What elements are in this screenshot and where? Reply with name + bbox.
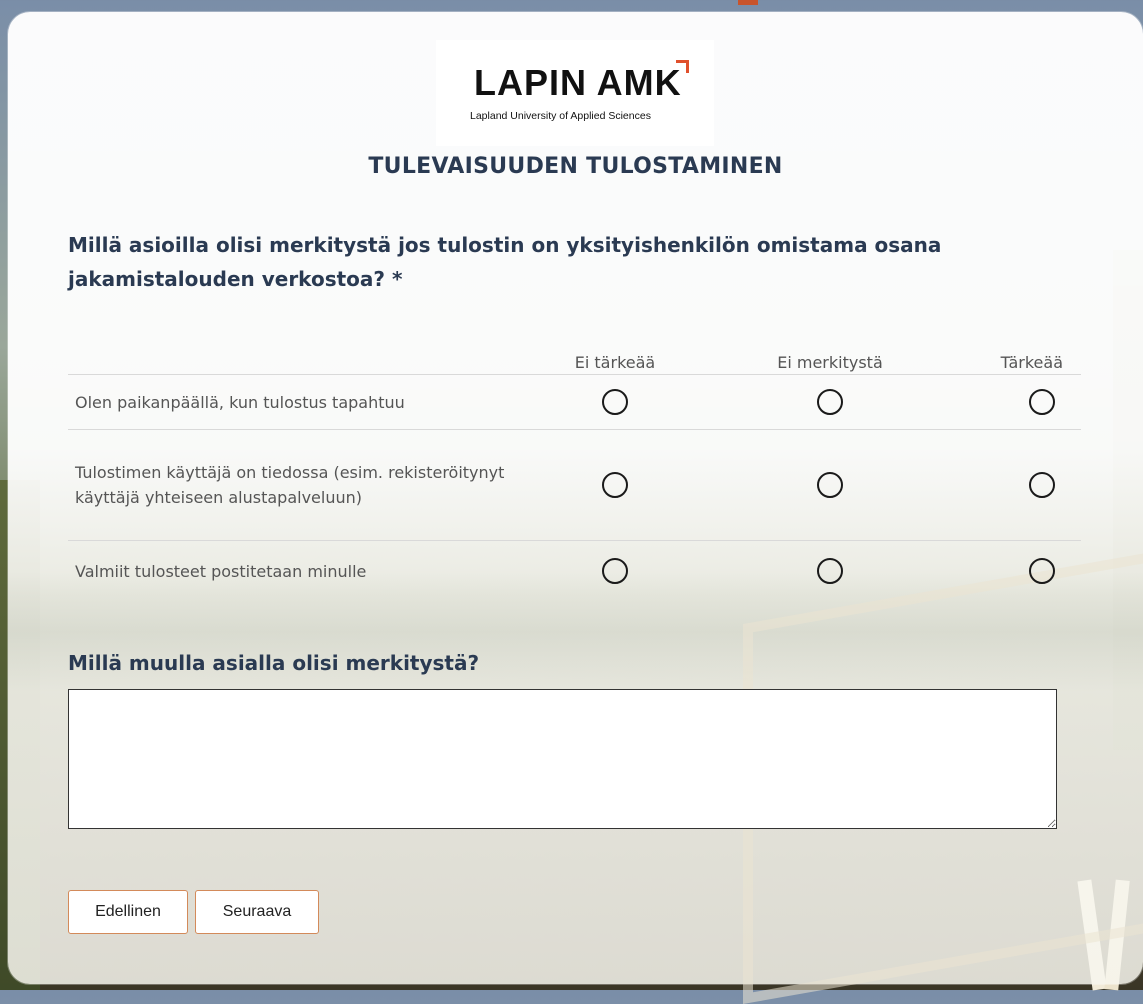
radio-button[interactable] xyxy=(602,558,628,584)
radio-button[interactable] xyxy=(602,472,628,498)
column-header: Ei merkitystä xyxy=(777,353,883,372)
logo-corner-icon xyxy=(676,60,689,73)
radio-button[interactable] xyxy=(817,472,843,498)
likert-matrix: Ei tärkeää Ei merkitystä Tärkeää Olen pa… xyxy=(68,342,1081,601)
matrix-corner xyxy=(68,342,515,375)
row-label: Valmiit tulosteet postitetaan minulle xyxy=(68,540,515,601)
previous-button[interactable]: Edellinen xyxy=(68,890,188,934)
survey-card: LAPIN AMK Lapland University of Applied … xyxy=(8,12,1143,1004)
answer-textarea[interactable] xyxy=(68,689,1057,829)
next-button[interactable]: Seuraava xyxy=(195,890,319,934)
logo-name: LAPIN AMK xyxy=(474,62,682,103)
matrix-row: Tulostimen käyttäjä on tiedossa (esim. r… xyxy=(68,429,1081,541)
column-header: Tärkeää xyxy=(1000,353,1063,372)
logo-subtitle: Lapland University of Applied Sciences xyxy=(470,110,651,122)
radio-button[interactable] xyxy=(602,389,628,415)
matrix-row: Olen paikanpäällä, kun tulostus tapahtuu xyxy=(68,374,1081,430)
radio-button[interactable] xyxy=(817,389,843,415)
column-header: Ei tärkeää xyxy=(574,353,656,372)
radio-button[interactable] xyxy=(1029,389,1055,415)
row-label: Tulostimen käyttäjä on tiedossa (esim. r… xyxy=(68,429,515,541)
matrix-row: Valmiit tulosteet postitetaan minulle xyxy=(68,540,1081,601)
page-title: TULEVAISUUDEN TULOSTAMINEN xyxy=(368,154,783,179)
top-accent-mark xyxy=(738,0,758,5)
question-heading: Millä muulla asialla olisi merkitystä? xyxy=(68,651,480,675)
question-heading: Millä asioilla olisi merkitystä jos tulo… xyxy=(68,233,942,291)
row-label: Olen paikanpäällä, kun tulostus tapahtuu xyxy=(68,374,515,430)
university-logo: LAPIN AMK Lapland University of Applied … xyxy=(436,40,714,146)
radio-button[interactable] xyxy=(817,558,843,584)
radio-button[interactable] xyxy=(1029,558,1055,584)
radio-button[interactable] xyxy=(1029,472,1055,498)
